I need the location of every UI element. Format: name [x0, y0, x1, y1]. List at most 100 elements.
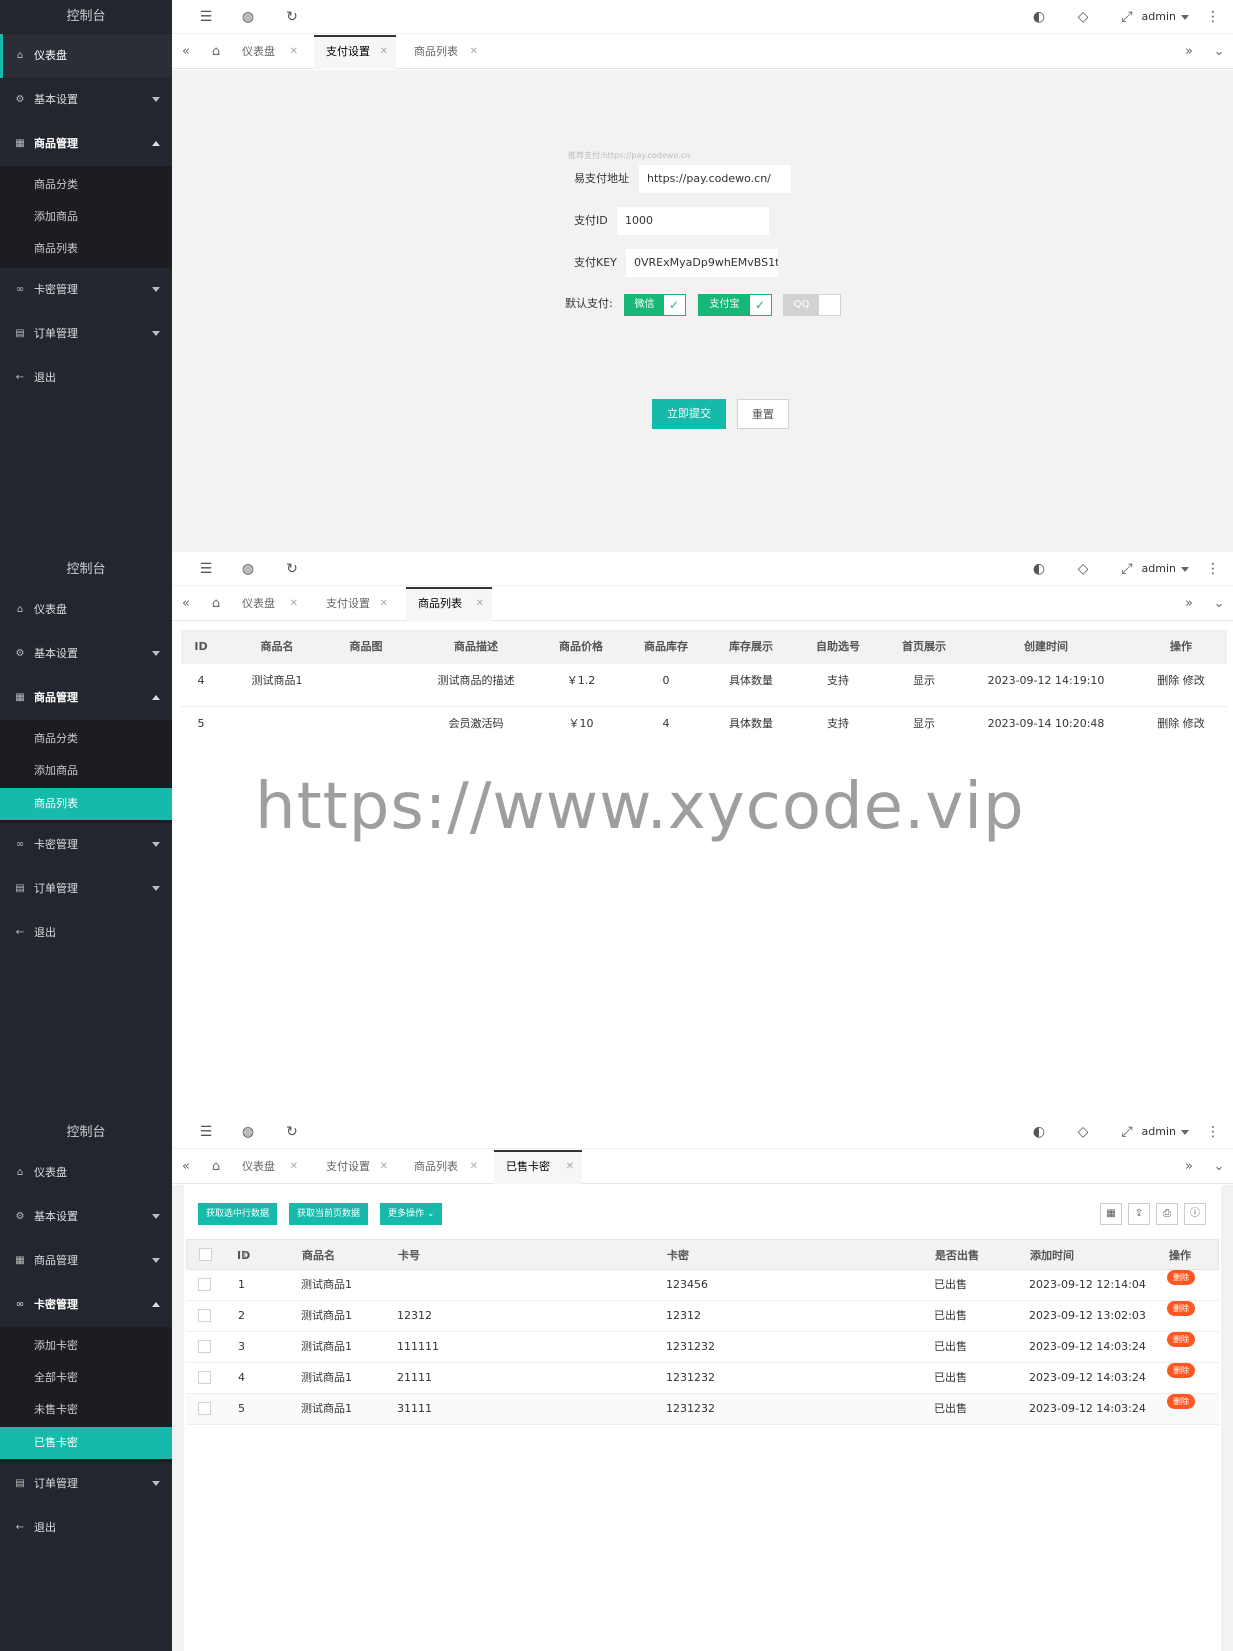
- close-icon[interactable]: ✕: [290, 587, 298, 621]
- tab-sold-cards[interactable]: 已售卡密 ✕: [494, 1150, 582, 1184]
- sort-icon[interactable]: ⇕: [671, 1240, 678, 1271]
- close-icon[interactable]: ✕: [380, 587, 388, 621]
- more-vertical-icon[interactable]: ⋮: [1203, 0, 1223, 34]
- tabs-dropdown-icon[interactable]: ⌄: [1205, 587, 1233, 621]
- sidebar-item-orders[interactable]: ▤ 订单管理: [0, 312, 172, 356]
- theme-icon[interactable]: ◐: [1029, 0, 1049, 34]
- more-vertical-icon[interactable]: ⋮: [1203, 1115, 1223, 1149]
- theme-icon[interactable]: ◐: [1029, 1115, 1049, 1149]
- tab-goods-list[interactable]: 商品列表 ✕: [402, 35, 486, 69]
- tab-pay-settings[interactable]: 支付设置 ✕: [314, 1150, 396, 1184]
- refresh-icon[interactable]: ↻: [282, 1115, 302, 1149]
- fullscreen-icon[interactable]: ⤢: [1117, 0, 1137, 34]
- sidebar-item-goods-category[interactable]: 商品分类: [0, 169, 172, 201]
- delete-button[interactable]: 删除: [1167, 1301, 1195, 1316]
- select-all-checkbox[interactable]: [199, 1248, 212, 1261]
- close-icon[interactable]: ✕: [290, 35, 298, 69]
- qq-switch[interactable]: QQ: [783, 294, 841, 316]
- theme-icon[interactable]: ◐: [1029, 552, 1049, 586]
- tab-dashboard[interactable]: 仪表盘 ✕: [230, 587, 306, 621]
- sidebar-item-cards[interactable]: ∞ 卡密管理: [0, 268, 172, 312]
- tab-dashboard[interactable]: 仪表盘 ✕: [230, 1150, 306, 1184]
- globe-icon[interactable]: ◍: [238, 552, 258, 586]
- sidebar-item-dashboard[interactable]: ⌂ 仪表盘: [0, 1151, 172, 1195]
- tabs-prev-icon[interactable]: «: [172, 1150, 200, 1184]
- menu-fold-icon[interactable]: ☰: [196, 552, 216, 586]
- tabs-next-icon[interactable]: »: [1175, 1150, 1203, 1184]
- row-checkbox[interactable]: [198, 1278, 211, 1291]
- user-menu[interactable]: admin: [1142, 1115, 1189, 1149]
- tab-pay-settings[interactable]: 支付设置 ✕: [314, 35, 396, 69]
- tabs-prev-icon[interactable]: «: [172, 587, 200, 621]
- globe-icon[interactable]: ◍: [238, 0, 258, 34]
- refresh-icon[interactable]: ↻: [282, 0, 302, 34]
- reset-button[interactable]: 重置: [737, 399, 789, 429]
- sidebar-item-basic-settings[interactable]: ⚙ 基本设置: [0, 78, 172, 122]
- get-page-button[interactable]: 获取当前页数据: [289, 1203, 369, 1225]
- tab-goods-list[interactable]: 商品列表 ✕: [406, 587, 492, 621]
- menu-fold-icon[interactable]: ☰: [196, 1115, 216, 1149]
- sidebar-item-logout[interactable]: ← 退出: [0, 1506, 172, 1550]
- tabs-dropdown-icon[interactable]: ⌄: [1205, 1150, 1233, 1184]
- close-icon[interactable]: ✕: [380, 1150, 388, 1184]
- tabs-next-icon[interactable]: »: [1175, 587, 1203, 621]
- sidebar-item-basic-settings[interactable]: ⚙ 基本设置: [0, 632, 172, 676]
- tabs-prev-icon[interactable]: «: [172, 35, 200, 69]
- delete-button[interactable]: 删除: [1167, 1270, 1195, 1285]
- close-icon[interactable]: ✕: [470, 35, 478, 69]
- info-icon[interactable]: ⓘ: [1184, 1203, 1206, 1225]
- tabs-next-icon[interactable]: »: [1175, 35, 1203, 69]
- globe-icon[interactable]: ◍: [238, 1115, 258, 1149]
- sidebar-item-goods[interactable]: ▦ 商品管理: [0, 122, 172, 166]
- sidebar-item-logout[interactable]: ← 退出: [0, 356, 172, 400]
- close-icon[interactable]: ✕: [470, 1150, 478, 1184]
- user-menu[interactable]: admin: [1142, 552, 1189, 586]
- row-checkbox[interactable]: [198, 1309, 211, 1322]
- sidebar-item-unsold-cards[interactable]: 未售卡密: [0, 1394, 172, 1426]
- user-menu[interactable]: admin: [1142, 0, 1189, 34]
- close-icon[interactable]: ✕: [476, 589, 484, 619]
- sidebar-item-orders[interactable]: ▤ 订单管理: [0, 867, 172, 911]
- sidebar-item-goods-category[interactable]: 商品分类: [0, 723, 172, 755]
- pay-key-input[interactable]: 0VRExMyaDp9whEMvBS1t: [626, 249, 778, 277]
- row-actions[interactable]: 删除 修改: [1141, 664, 1221, 698]
- row-checkbox[interactable]: [198, 1402, 211, 1415]
- tab-pay-settings[interactable]: 支付设置 ✕: [314, 587, 396, 621]
- row-checkbox[interactable]: [198, 1340, 211, 1353]
- close-icon[interactable]: ✕: [290, 1150, 298, 1184]
- sidebar-item-sold-cards[interactable]: 已售卡密: [0, 1427, 172, 1459]
- sidebar-item-add-cards[interactable]: 添加卡密: [0, 1330, 172, 1362]
- row-actions[interactable]: 删除 修改: [1141, 707, 1221, 741]
- sidebar-item-dashboard[interactable]: ⌂ 仪表盘: [0, 34, 172, 78]
- fullscreen-icon[interactable]: ⤢: [1117, 1115, 1137, 1149]
- tag-icon[interactable]: ◇: [1073, 1115, 1093, 1149]
- sort-icon[interactable]: ⇕: [939, 1240, 946, 1271]
- sidebar-item-cards[interactable]: ∞ 卡密管理: [0, 1283, 172, 1327]
- home-tab-icon[interactable]: ⌂: [202, 587, 230, 621]
- sidebar-item-logout[interactable]: ← 退出: [0, 911, 172, 955]
- sidebar-item-goods-list[interactable]: 商品列表: [0, 788, 172, 820]
- home-tab-icon[interactable]: ⌂: [202, 35, 230, 69]
- sidebar-item-basic-settings[interactable]: ⚙ 基本设置: [0, 1195, 172, 1239]
- refresh-icon[interactable]: ↻: [282, 552, 302, 586]
- tab-goods-list[interactable]: 商品列表 ✕: [402, 1150, 486, 1184]
- alipay-switch[interactable]: 支付宝 ✓: [698, 294, 772, 316]
- columns-icon[interactable]: ▦: [1100, 1203, 1122, 1225]
- submit-button[interactable]: 立即提交: [652, 399, 726, 429]
- close-icon[interactable]: ✕: [566, 1152, 574, 1182]
- tag-icon[interactable]: ◇: [1073, 552, 1093, 586]
- print-icon[interactable]: ⎙: [1156, 1203, 1178, 1225]
- wechat-switch[interactable]: 微信 ✓: [624, 294, 686, 316]
- sidebar-item-cards[interactable]: ∞ 卡密管理: [0, 823, 172, 867]
- more-actions-button[interactable]: 更多操作 ⌄: [380, 1203, 443, 1225]
- close-icon[interactable]: ✕: [380, 37, 388, 67]
- tabs-dropdown-icon[interactable]: ⌄: [1205, 35, 1233, 69]
- pay-id-input[interactable]: 1000: [617, 207, 769, 235]
- home-tab-icon[interactable]: ⌂: [202, 1150, 230, 1184]
- get-selected-button[interactable]: 获取选中行数据: [198, 1203, 278, 1225]
- delete-button[interactable]: 删除: [1167, 1394, 1195, 1409]
- menu-fold-icon[interactable]: ☰: [196, 0, 216, 34]
- sidebar-item-orders[interactable]: ▤ 订单管理: [0, 1462, 172, 1506]
- sidebar-item-goods[interactable]: ▦ 商品管理: [0, 676, 172, 720]
- sort-icon[interactable]: ⇕: [241, 1240, 248, 1271]
